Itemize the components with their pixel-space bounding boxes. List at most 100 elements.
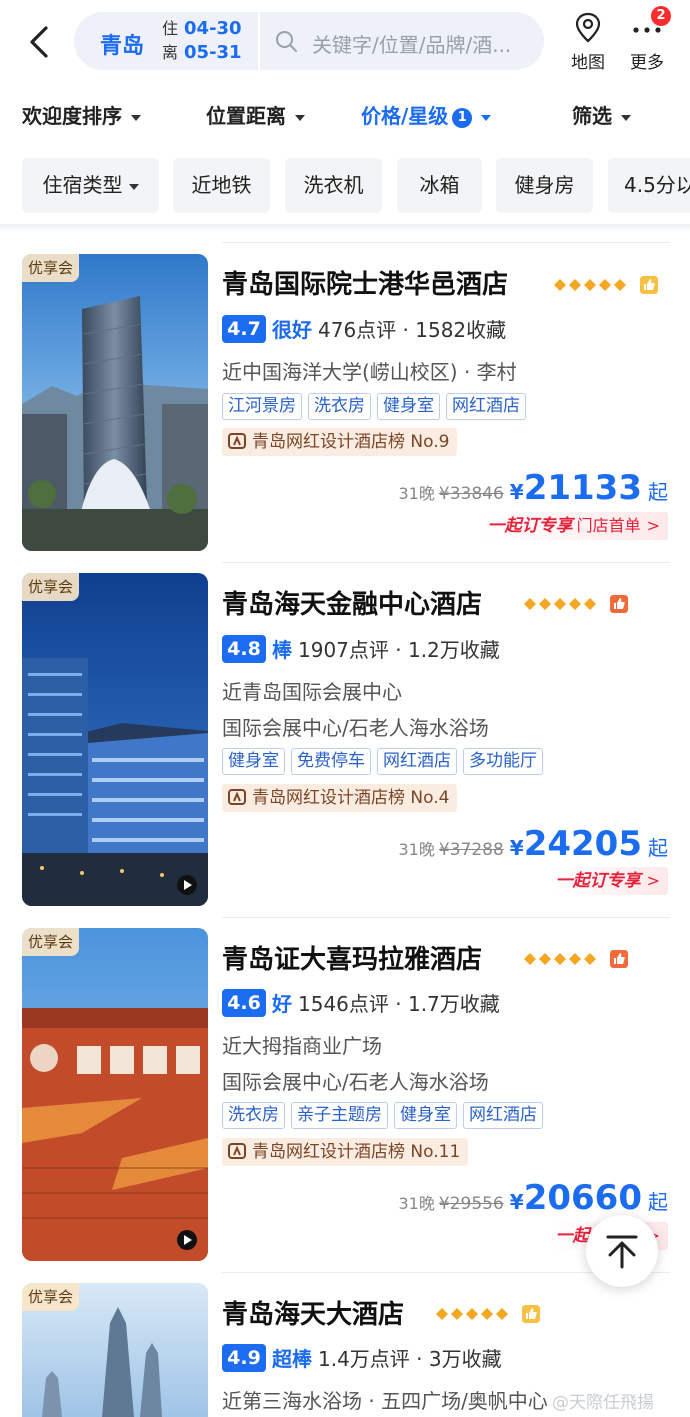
vip-tag: 优享会	[22, 573, 80, 601]
caret-down-icon	[481, 114, 492, 121]
hotel-photo[interactable]: 优享会	[22, 254, 208, 551]
hotel-tag: 网红酒店	[463, 1102, 543, 1129]
sort-distance[interactable]: 位置距离	[206, 100, 305, 129]
sort-popularity-label: 欢迎度排序	[22, 104, 122, 128]
video-play-icon[interactable]	[176, 1229, 198, 1251]
diamond-rating-icon	[436, 1308, 508, 1320]
ranking-label: 青岛网红设计酒店榜 No.4	[252, 788, 450, 808]
rating-word: 超棒	[272, 1347, 312, 1371]
video-play-icon[interactable]	[176, 874, 198, 896]
card-divider	[222, 242, 670, 243]
ranking-badge[interactable]: 青岛网红设计酒店榜 No.4	[222, 784, 458, 812]
card-divider	[222, 917, 670, 918]
map-button[interactable]: 地图	[566, 10, 610, 74]
hotel-photo-image	[22, 254, 208, 551]
pill-divider	[258, 12, 260, 70]
hotel-tags: 江河景房 洗衣房 健身室 网红酒店	[222, 393, 532, 421]
search-bar[interactable]: 青岛 住 04-30 离 05-31 关键字/位置/品牌/酒...	[74, 12, 544, 70]
hotel-tag: 健身室	[222, 748, 285, 775]
hotel-tag: 洗衣房	[308, 393, 371, 420]
vip-tag: 优享会	[22, 928, 80, 956]
chip-label: 近地铁	[191, 173, 252, 197]
hotel-photo-image	[22, 573, 208, 906]
sort-bar: 欢迎度排序 位置距离 价格/星级 1 筛选	[0, 92, 690, 138]
hotel-tag: 健身室	[377, 393, 440, 420]
hotel-name[interactable]: 青岛海天大酒店	[222, 1294, 404, 1331]
city-selector[interactable]: 青岛	[100, 28, 144, 60]
hotel-name[interactable]: 青岛证大喜玛拉雅酒店	[222, 939, 482, 976]
search-icon	[276, 31, 297, 52]
rating-row: 4.8 棒 1907点评 · 1.2万收藏	[222, 634, 500, 664]
ranking-icon	[228, 433, 246, 449]
hotel-photo[interactable]: 优享会	[22, 928, 208, 1261]
promo-banner[interactable]: 一起订专享 >	[549, 867, 668, 895]
hotel-area: 国际会展中心/石老人海水浴场	[222, 716, 489, 740]
vip-tag: 优享会	[22, 1283, 80, 1311]
hotel-photo[interactable]: 优享会	[22, 573, 208, 906]
ranking-badge[interactable]: 青岛网红设计酒店榜 No.11	[222, 1138, 469, 1166]
hotel-location: 近大拇指商业广场	[222, 1034, 382, 1058]
rating-word: 棒	[272, 638, 292, 662]
hotel-name[interactable]: 青岛国际院士港华邑酒店	[222, 264, 508, 301]
chevron-right-icon: >	[646, 516, 660, 535]
rating-row: 4.7 很好 476点评 · 1582收藏	[222, 314, 506, 344]
current-price: 21133	[523, 468, 642, 508]
rating-row: 4.6 好 1546点评 · 1.7万收藏	[222, 988, 500, 1018]
checkin-date: 04-30	[184, 18, 242, 39]
chip-near-metro[interactable]: 近地铁	[173, 158, 270, 213]
hotel-tag: 亲子主题房	[291, 1102, 388, 1129]
date-range[interactable]: 住 04-30 离 05-31	[162, 17, 262, 65]
rating-score: 4.6	[222, 988, 266, 1017]
caret-down-icon	[131, 114, 141, 121]
hotel-tag: 江河景房	[222, 393, 302, 420]
hotel-name[interactable]: 青岛海天金融中心酒店	[222, 584, 482, 621]
vip-tag: 优享会	[22, 254, 80, 282]
scroll-to-top-button[interactable]	[586, 1215, 658, 1287]
chip-washing-machine[interactable]: 洗衣机	[285, 158, 382, 213]
diamond-rating-icon	[524, 953, 596, 965]
hotel-tag: 多功能厅	[463, 748, 543, 775]
thumbs-up-badge-icon	[522, 1305, 540, 1323]
price-suffix: 起	[648, 836, 668, 860]
chip-rating-4-5[interactable]: 4.5分以	[608, 158, 690, 213]
chip-gym[interactable]: 健身房	[496, 158, 593, 213]
arrow-up-icon	[606, 1235, 638, 1269]
filter-chips: 住宿类型 近地铁 洗衣机 冰箱 健身房 4.5分以	[0, 158, 690, 214]
header-shadow	[0, 224, 690, 232]
checkin-label: 住	[162, 19, 179, 38]
hotel-tag: 网红酒店	[377, 748, 457, 775]
price-row: 31晚 ¥33846 ¥21133 起	[399, 468, 669, 512]
current-price: 20660	[523, 1178, 642, 1218]
notification-badge: 2	[651, 6, 671, 26]
ranking-badge[interactable]: 青岛网红设计酒店榜 No.9	[222, 428, 458, 456]
hotel-area: 国际会展中心/石老人海水浴场	[222, 1070, 489, 1094]
rating-word: 好	[272, 992, 292, 1016]
sort-filter[interactable]: 筛选	[572, 100, 631, 129]
back-arrow-icon[interactable]	[22, 20, 58, 64]
currency-symbol: ¥	[509, 836, 524, 860]
chip-label: 住宿类型	[42, 173, 123, 197]
hotel-photo[interactable]: 优享会	[22, 1283, 208, 1417]
sort-price-star[interactable]: 价格/星级 1	[361, 100, 492, 129]
sort-distance-label: 位置距离	[206, 104, 286, 128]
ranking-label: 青岛网红设计酒店榜 No.11	[252, 1142, 461, 1162]
search-input[interactable]: 关键字/位置/品牌/酒...	[312, 29, 534, 58]
promo-label: 一起订专享	[555, 871, 641, 891]
sort-popularity[interactable]: 欢迎度排序	[22, 100, 141, 129]
promo-banner[interactable]: 一起订专享 门店首单 >	[481, 512, 668, 540]
hotel-tags: 健身室 免费停车 网红酒店 多功能厅	[222, 748, 549, 776]
chevron-right-icon: >	[646, 871, 660, 890]
hotel-tag: 洗衣房	[222, 1102, 285, 1129]
original-price: ¥33846	[438, 484, 504, 504]
ranking-icon	[228, 1143, 246, 1159]
original-price: ¥29556	[438, 1194, 504, 1214]
original-price: ¥37288	[438, 840, 504, 860]
hotel-tag: 健身室	[394, 1102, 457, 1129]
current-price: 24205	[523, 824, 642, 864]
chip-fridge[interactable]: 冰箱	[397, 158, 482, 213]
hotel-location: 近青岛国际会展中心	[222, 680, 402, 704]
chip-accommodation-type[interactable]: 住宿类型	[22, 158, 159, 213]
review-count: 1907点评 · 1.2万收藏	[298, 638, 500, 662]
price-suffix: 起	[648, 480, 668, 504]
thumbs-up-badge-icon	[610, 595, 628, 613]
